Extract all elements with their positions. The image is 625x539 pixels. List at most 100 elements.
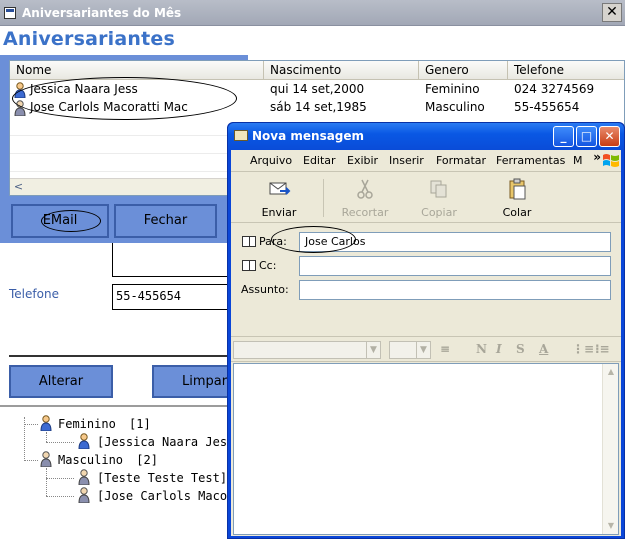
menu-inserir[interactable]: Inserir bbox=[389, 154, 424, 167]
font-family-dropdown[interactable]: ▼ bbox=[233, 341, 381, 359]
main-close-button[interactable]: ✕ bbox=[602, 3, 622, 22]
email-button[interactable]: EMail bbox=[11, 204, 109, 238]
close-button[interactable]: ✕ bbox=[599, 126, 620, 147]
female-person-icon bbox=[78, 433, 90, 449]
paragraph-style-icon[interactable]: ≡ bbox=[440, 342, 450, 356]
menu-exibir[interactable]: Exibir bbox=[347, 154, 378, 167]
paste-icon bbox=[509, 178, 526, 200]
scroll-down-arrow[interactable]: ▼ bbox=[604, 519, 618, 533]
recortar-button[interactable]: Recortar bbox=[337, 178, 393, 219]
tree-connector bbox=[46, 478, 74, 479]
menu-mensagem-truncated[interactable]: M bbox=[573, 154, 583, 167]
alterar-button[interactable]: Alterar bbox=[9, 365, 113, 398]
font-color-icon[interactable]: A bbox=[539, 342, 548, 356]
menu-editar[interactable]: Editar bbox=[303, 154, 336, 167]
cell-telefone: 55-455654 bbox=[514, 100, 580, 114]
tree-node-count: [2] bbox=[136, 453, 158, 467]
maximize-button[interactable]: □ bbox=[576, 126, 597, 147]
male-person-icon bbox=[40, 451, 52, 467]
tree-node-label: Masculino bbox=[58, 453, 124, 467]
vertical-scrollbar[interactable]: ▲ ▼ bbox=[602, 364, 618, 534]
assunto-row: Assunto: bbox=[231, 279, 621, 301]
menu-ferramentas[interactable]: Ferramentas bbox=[496, 154, 565, 167]
gender-treeview[interactable]: Feminino [1] [Jessica Naara Jess Masculi… bbox=[0, 405, 234, 539]
underline-icon[interactable]: S bbox=[516, 342, 525, 356]
column-header-genero[interactable]: Genero bbox=[419, 61, 508, 80]
cell-nascimento: sáb 14 set,1985 bbox=[270, 100, 367, 114]
tree-node-label: Feminino bbox=[58, 417, 116, 431]
page-heading: Aniversariantes bbox=[3, 28, 176, 50]
minimize-button[interactable]: _ bbox=[553, 126, 574, 147]
copiar-button[interactable]: Copiar bbox=[415, 178, 463, 219]
telefone-label: Telefone bbox=[9, 287, 59, 301]
chevron-down-icon: ▼ bbox=[416, 342, 430, 358]
scissors-icon bbox=[357, 179, 373, 199]
message-body: Arquivo Editar Exibir Inserir Formatar F… bbox=[231, 150, 621, 536]
colar-label: Colar bbox=[502, 206, 532, 219]
fechar-button[interactable]: Fechar bbox=[114, 204, 217, 238]
enviar-button[interactable]: Enviar bbox=[255, 178, 303, 219]
cell-telefone: 024 3274569 bbox=[514, 82, 595, 96]
menu-bar: Arquivo Editar Exibir Inserir Formatar F… bbox=[231, 150, 621, 172]
font-size-dropdown[interactable]: ▼ bbox=[389, 341, 431, 359]
male-person-icon bbox=[78, 469, 90, 485]
male-person-icon bbox=[78, 487, 90, 503]
address-book-icon[interactable] bbox=[242, 236, 256, 247]
tree-connector bbox=[46, 432, 47, 442]
message-titlebar[interactable]: Nova mensagem _ □ ✕ bbox=[228, 123, 624, 150]
toolbar-separator bbox=[323, 179, 324, 217]
italic-icon[interactable]: I bbox=[496, 342, 502, 356]
envelope-icon bbox=[234, 130, 248, 141]
address-book-icon[interactable] bbox=[242, 260, 256, 271]
copiar-label: Copiar bbox=[421, 206, 457, 219]
limpar-button[interactable]: Limpar bbox=[152, 365, 232, 398]
colar-button[interactable]: Colar bbox=[493, 178, 541, 219]
new-message-window[interactable]: Nova mensagem _ □ ✕ Arquivo Editar Exibi… bbox=[227, 122, 625, 539]
scroll-left-arrow[interactable]: < bbox=[11, 180, 26, 194]
numbered-list-icon[interactable]: ⋮≡ bbox=[572, 342, 594, 356]
column-header-nascimento[interactable]: Nascimento bbox=[264, 61, 419, 80]
tree-connector bbox=[46, 496, 74, 497]
tree-node-feminino[interactable]: Feminino [1] bbox=[58, 417, 151, 431]
enviar-label: Enviar bbox=[261, 206, 297, 219]
chevron-down-icon: ▼ bbox=[366, 342, 380, 358]
bold-icon[interactable]: N bbox=[476, 342, 487, 356]
menu-formatar[interactable]: Formatar bbox=[436, 154, 486, 167]
recortar-label: Recortar bbox=[341, 206, 389, 219]
assunto-label: Assunto: bbox=[241, 283, 289, 296]
format-toolbar: ▼ ▼ ≡ N I S A ⋮≡ ⁝≡ bbox=[231, 336, 621, 362]
bullet-list-icon[interactable]: ⁝≡ bbox=[595, 342, 610, 356]
tree-leaf[interactable]: [Teste Teste Test] bbox=[97, 471, 227, 485]
cell-genero: Masculino bbox=[425, 100, 485, 114]
telefone-input[interactable]: 55-455654 bbox=[112, 284, 232, 310]
windows-logo-icon bbox=[603, 154, 619, 167]
message-toolbar: Enviar Recortar Copiar Colar bbox=[231, 173, 621, 223]
tree-connector bbox=[46, 468, 47, 496]
cc-input[interactable] bbox=[299, 256, 611, 276]
annotation-oval bbox=[41, 210, 101, 232]
menu-overflow-chevron[interactable]: » bbox=[593, 150, 601, 164]
form-field-box[interactable] bbox=[112, 243, 232, 277]
app-icon bbox=[4, 7, 16, 19]
send-icon bbox=[269, 182, 291, 195]
tree-connector bbox=[24, 460, 38, 461]
female-person-icon bbox=[40, 415, 52, 431]
tree-node-count: [1] bbox=[129, 417, 151, 431]
scroll-up-arrow[interactable]: ▲ bbox=[604, 365, 618, 379]
cc-label: Cc: bbox=[259, 259, 277, 272]
assunto-input[interactable] bbox=[299, 280, 611, 300]
tree-connector bbox=[46, 442, 74, 443]
tree-leaf[interactable]: [Jose Carlols Macor bbox=[97, 489, 234, 503]
annotation-oval bbox=[12, 77, 237, 120]
cell-genero: Feminino bbox=[425, 82, 480, 96]
menu-arquivo[interactable]: Arquivo bbox=[250, 154, 292, 167]
message-editor[interactable]: ▲ ▼ bbox=[233, 363, 619, 535]
column-header-telefone[interactable]: Telefone bbox=[508, 61, 624, 80]
cc-row: Cc: bbox=[231, 255, 621, 277]
message-window-title: Nova mensagem bbox=[252, 129, 365, 143]
main-window-title: Aniversariantes do Mês bbox=[22, 6, 182, 20]
tree-node-masculino[interactable]: Masculino [2] bbox=[58, 453, 158, 467]
annotation-oval bbox=[271, 226, 356, 253]
copy-icon bbox=[430, 180, 447, 198]
tree-leaf[interactable]: [Jessica Naara Jess bbox=[97, 435, 234, 449]
